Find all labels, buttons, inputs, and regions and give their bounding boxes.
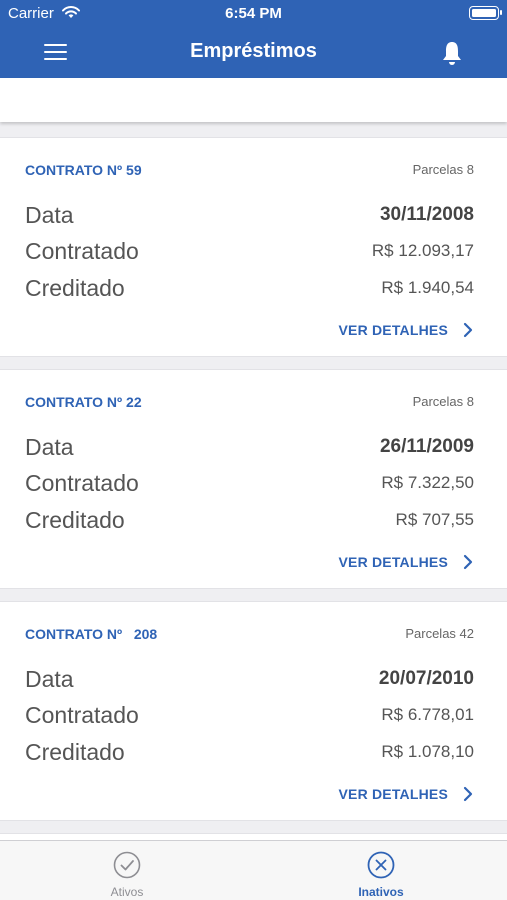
date-label: Data [25,433,74,460]
chevron-right-icon [463,786,473,802]
contract-title: CONTRATO Nº 22 [25,394,142,410]
contracted-row: Contratado R$ 7.322,50 [25,468,474,498]
credited-label: Creditado [25,506,125,533]
bell-icon[interactable] [438,39,466,67]
tab-label: Inativos [358,885,404,899]
x-circle-icon [367,851,395,879]
contracted-label: Contratado [25,469,139,496]
tab-bar: Ativos Inativos [0,840,507,900]
tab-inativos[interactable]: Inativos [254,841,507,900]
view-details-label: VER DETALHES [338,322,448,338]
credited-value: R$ 707,55 [395,510,474,529]
contract-title: CONTRATO Nº 59 [25,162,142,178]
view-details-button[interactable]: VER DETALHES [339,786,475,802]
contracted-value: R$ 7.322,50 [381,473,474,492]
credited-value: R$ 1.078,10 [381,742,474,761]
tab-ativos[interactable]: Ativos [0,841,254,900]
credited-row: Creditado R$ 1.078,10 [25,737,474,767]
contracted-row: Contratado R$ 12.093,17 [25,236,474,266]
chevron-right-icon [463,554,473,570]
contract-card: CONTRATO Nº 22 Parcelas 8 Data 26/11/200… [0,369,507,589]
contracted-row: Contratado R$ 6.778,01 [25,700,474,730]
contracted-value: R$ 6.778,01 [381,705,474,724]
status-bar: Carrier 6:54 PM [0,0,507,28]
battery-icon [469,6,502,20]
installments-count: Parcelas 8 [412,162,474,177]
contracted-label: Contratado [25,701,139,728]
date-row: Data 26/11/2009 [25,432,474,462]
contract-card: CONTRATO Nº 208 Parcelas 42 Data 20/07/2… [0,601,507,821]
view-details-button[interactable]: VER DETALHES [339,554,475,570]
contract-card: CONTRATO Nº 59 Parcelas 8 Data 30/11/200… [0,137,507,357]
contracted-label: Contratado [25,237,139,264]
filter-area [0,78,507,122]
tab-label: Ativos [110,885,144,899]
date-row: Data 30/11/2008 [25,200,474,230]
top-bar: Carrier 6:54 PM Empréstimos [0,0,507,78]
date-label: Data [25,201,74,228]
navigation-bar: Empréstimos [0,28,507,78]
date-row: Data 20/07/2010 [25,664,474,694]
clock: 6:54 PM [225,5,282,22]
credited-row: Creditado R$ 1.940,54 [25,273,474,303]
installments-count: Parcelas 8 [412,394,474,409]
contracted-value: R$ 12.093,17 [371,241,474,260]
credited-value: R$ 1.940,54 [381,278,474,297]
credited-label: Creditado [25,738,125,765]
installments-count: Parcelas 42 [405,626,474,641]
view-details-label: VER DETALHES [338,786,448,802]
view-details-button[interactable]: VER DETALHES [339,322,475,338]
page-title: Empréstimos [190,40,317,62]
check-circle-icon [113,851,141,879]
date-label: Data [25,665,74,692]
date-value: 20/07/2010 [378,668,474,689]
view-details-label: VER DETALHES [338,554,448,570]
chevron-right-icon [463,322,473,338]
contract-title: CONTRATO Nº 208 [25,626,158,642]
date-value: 30/11/2008 [379,204,474,225]
credited-label: Creditado [25,274,125,301]
date-value: 26/11/2009 [379,436,474,457]
credited-row: Creditado R$ 707,55 [25,505,474,535]
